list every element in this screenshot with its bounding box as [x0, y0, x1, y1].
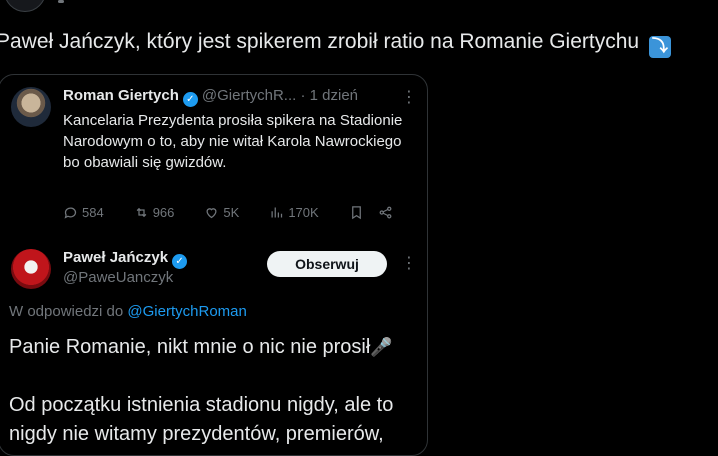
- reply-count: 584: [82, 205, 104, 220]
- quoted-tweet-header: Roman Giertych ✓ @GiertychR... · 1 dzień: [63, 87, 358, 107]
- bookmark-icon: [351, 206, 361, 220]
- reply-author-header: Paweł Jańczyk ✓: [63, 249, 191, 269]
- reply-context: W odpowiedzi do @GiertychRoman: [9, 303, 247, 320]
- post-text: Paweł Jańczyk, który jest spikerem zrobi…: [0, 30, 671, 58]
- tweet-actions: 584 966 5K 170K: [63, 205, 413, 220]
- arrow-down-right-icon: ⤵: [648, 36, 671, 58]
- more-options-icon[interactable]: ⋮: [401, 253, 417, 273]
- share-icon: [379, 206, 392, 219]
- reply-to-link[interactable]: @GiertychRoman: [127, 303, 246, 320]
- author-name[interactable]: Roman Giertych: [63, 87, 179, 104]
- previous-avatar[interactable]: [4, 0, 46, 12]
- views-count: 170K: [288, 205, 319, 220]
- embedded-tweet-card[interactable]: Roman Giertych ✓ @GiertychR... · 1 dzień ⋮…: [0, 74, 428, 456]
- views-chart-icon: [271, 207, 283, 218]
- microphone-icon: 🎤: [370, 337, 393, 357]
- repost-icon: [136, 207, 147, 218]
- verified-badge-icon: ✓: [172, 254, 188, 269]
- reply-line-1-text: Panie Romanie, nikt mnie o nic nie prosi…: [9, 336, 371, 358]
- reply-prefix: W odpowiedzi do: [9, 303, 124, 320]
- like-button[interactable]: 5K: [204, 205, 239, 220]
- reply-button[interactable]: 584: [63, 205, 104, 220]
- avatar[interactable]: [11, 249, 51, 289]
- author-handle[interactable]: @GiertychR...: [202, 87, 296, 104]
- avatar[interactable]: [11, 87, 51, 127]
- author-name[interactable]: Paweł Jańczyk: [63, 249, 168, 266]
- previous-handle-fragment: [58, 0, 64, 3]
- more-options-icon[interactable]: ⋮: [401, 87, 417, 107]
- reply-line-1: Panie Romanie, nikt mnie o nic nie prosi…: [9, 333, 427, 362]
- heart-icon: [206, 208, 217, 219]
- views-button[interactable]: 170K: [269, 205, 319, 220]
- post-text-content: Paweł Jańczyk, który jest spikerem zrobi…: [0, 30, 640, 53]
- reply-line-3: nigdy nie witamy prezydentów, premierów,: [9, 423, 384, 445]
- reply-tweet-text: Panie Romanie, nikt mnie o nic nie prosi…: [9, 333, 427, 449]
- follow-button[interactable]: Obserwuj: [267, 251, 387, 277]
- quoted-tweet-text: Kancelaria Prezydenta prosiła spikera na…: [63, 112, 403, 171]
- author-handle[interactable]: @PaweUanczyk: [63, 269, 173, 286]
- reply-icon: [64, 207, 77, 219]
- quoted-tweet[interactable]: Roman Giertych ✓ @GiertychR... · 1 dzień ⋮…: [0, 75, 427, 235]
- verified-badge-icon: ✓: [182, 92, 198, 107]
- repost-count: 966: [152, 205, 175, 220]
- like-count: 5K: [223, 205, 240, 220]
- reply-line-2: Od początku istnienia stadionu nigdy, al…: [9, 394, 394, 416]
- tweet-time[interactable]: · 1 dzień: [300, 87, 358, 104]
- share-button[interactable]: [378, 205, 393, 220]
- bookmark-button[interactable]: [349, 205, 364, 220]
- repost-button[interactable]: 966: [134, 205, 175, 220]
